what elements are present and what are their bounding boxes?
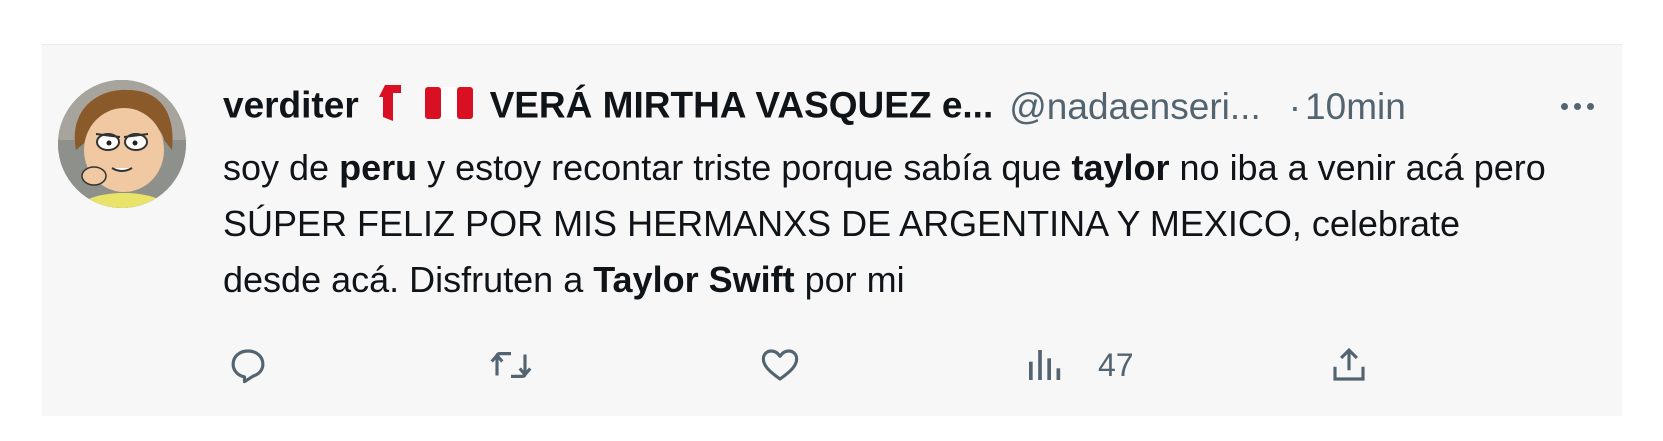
views-button[interactable]: 47: [1024, 340, 1134, 390]
separator-dot: ·: [1288, 86, 1302, 127]
avatar[interactable]: [58, 80, 186, 208]
more-options-icon[interactable]: [1552, 90, 1602, 122]
tweet-text-highlight: taylor: [1071, 147, 1170, 188]
display-name-prefix: verditer: [223, 83, 359, 125]
tweet-text-segment: y estoy recontar triste porque sabía que: [417, 147, 1072, 188]
views-icon: [1029, 350, 1061, 380]
display-name[interactable]: verditer VERÁ MIRTHA VASQUEZ e...: [223, 83, 993, 132]
peru-flag-icon: [425, 85, 474, 130]
tweet-text-highlight: peru: [339, 147, 418, 188]
user-handle[interactable]: @nadaenseri...: [1009, 86, 1260, 128]
share-icon: [1333, 347, 1365, 381]
reply-icon: [231, 349, 265, 384]
retweet-button[interactable]: [488, 340, 534, 390]
tweet-text-highlight: Taylor Swift: [593, 259, 795, 300]
tweet-actions: 47: [0, 340, 1663, 390]
tweet-text: soy de peru y estoy recontar triste porq…: [223, 140, 1563, 308]
avatar-image: [58, 80, 186, 208]
display-name-suffix: VERÁ MIRTHA VASQUEZ e...: [489, 83, 994, 125]
tweet-header: verditer VERÁ MIRTHA VASQUEZ e... @nadae…: [223, 82, 1406, 132]
reply-button[interactable]: [227, 340, 269, 390]
like-icon: [761, 349, 799, 381]
retweet-icon: [490, 352, 532, 378]
timestamp[interactable]: 10min: [1305, 86, 1406, 128]
like-button[interactable]: [758, 340, 802, 390]
share-button[interactable]: [1328, 340, 1370, 390]
views-count: 47: [1098, 346, 1134, 383]
tweet-text-segment: por mi: [794, 259, 905, 300]
tweet-text-segment: soy de: [223, 147, 340, 188]
ribbon-emoji-icon: [375, 83, 403, 132]
